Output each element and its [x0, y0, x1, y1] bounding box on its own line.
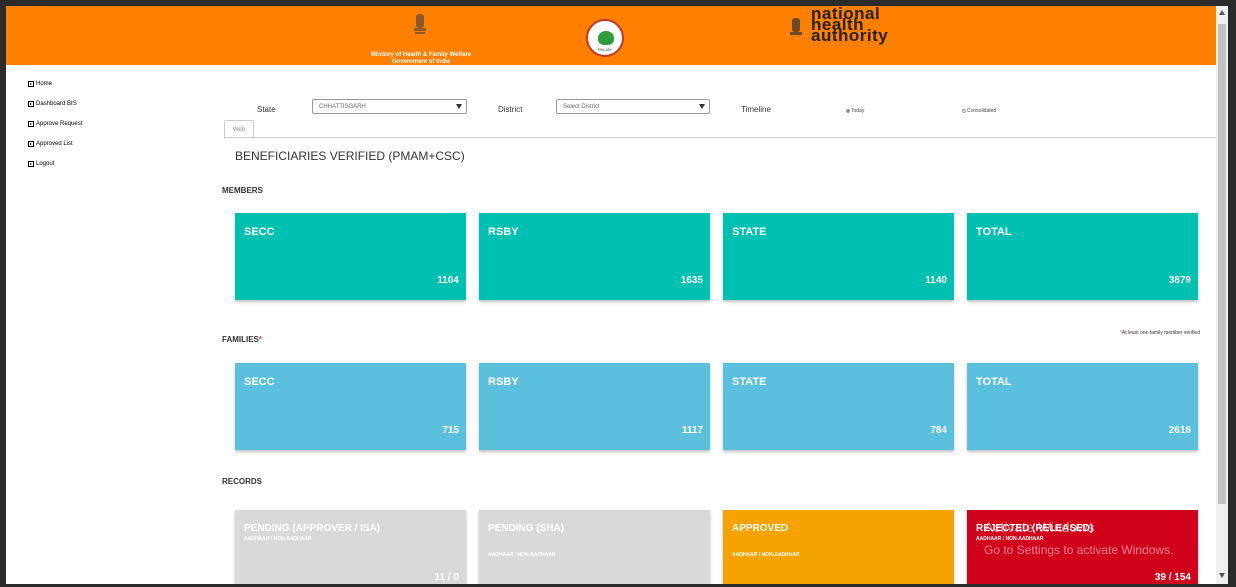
families-card-secc[interactable]: SECC 715 [235, 363, 466, 450]
members-heading: MEMBERS [222, 186, 263, 195]
sidebar-item-home[interactable]: Home [28, 80, 82, 87]
card-title: APPROVED [732, 523, 789, 534]
members-card-total[interactable]: TOTAL 3879 [967, 213, 1198, 300]
scroll-up-icon[interactable] [1219, 10, 1225, 15]
radio-consolidated[interactable]: Consolidated [962, 108, 996, 114]
card-title: SECC [244, 226, 275, 238]
sidebar-item-logout[interactable]: Logout [28, 160, 82, 167]
families-note: *At least one family member verified [1120, 330, 1200, 336]
card-title: TOTAL [976, 376, 1012, 388]
card-value: 715 [442, 425, 459, 436]
sidebar-item-approve-request[interactable]: Approve Request [28, 120, 82, 127]
card-value: 1635 [680, 275, 703, 286]
sidebar-item-label: Logout [36, 160, 55, 167]
sidebar-item-label: Approve Request [36, 120, 83, 127]
card-subtitle: AADHAAR / NON-AADHAAR [488, 552, 556, 558]
nha-emblem-icon [790, 18, 802, 35]
sidebar-item-label: Home [36, 80, 53, 87]
district-select-placeholder: Select District [563, 104, 600, 110]
card-title: RSBY [488, 376, 519, 388]
vertical-scrollbar[interactable] [1216, 6, 1228, 584]
scroll-down-icon[interactable] [1219, 573, 1225, 578]
chevron-down-icon [456, 104, 462, 109]
nha-logo-text: national health authority [811, 6, 889, 45]
sidebar-nav: Home Dashboard BIS Approve Request Appro… [28, 80, 82, 180]
arrow-box-icon [28, 140, 34, 147]
card-title: TOTAL [976, 226, 1012, 238]
district-select[interactable]: Select District [556, 99, 710, 114]
families-card-rsby[interactable]: RSBY 1117 [479, 363, 710, 450]
card-value: 1140 [925, 275, 947, 286]
radio-dot-icon [846, 109, 850, 113]
required-star: * [258, 335, 263, 344]
card-title: STATE [732, 226, 767, 238]
state-label: State [257, 105, 276, 114]
card-value: 3879 [1168, 275, 1191, 286]
arrow-box-icon [28, 160, 34, 167]
sidebar-item-approved-list[interactable]: Approved List [28, 140, 82, 147]
national-emblem-icon [414, 14, 426, 34]
radio-dot-icon [962, 109, 966, 113]
families-card-total[interactable]: TOTAL 2616 [967, 363, 1198, 450]
pmjay-logo: PM-JAY [586, 19, 624, 57]
app-frame: Ministry of Health & Family Welfare Gove… [6, 6, 1216, 584]
arrow-box-icon [28, 80, 34, 87]
card-title: SECC [244, 376, 275, 388]
records-heading: RECORDS [222, 477, 263, 486]
pmjay-leaf-icon [598, 31, 614, 45]
district-label: District [498, 105, 523, 114]
card-title: RSBY [488, 226, 519, 238]
families-note-text: At least one family member verified [1121, 330, 1200, 336]
members-card-state[interactable]: STATE 1140 [723, 213, 954, 300]
ministry-line2: Government of India [391, 59, 451, 65]
radio-today[interactable]: Today [846, 108, 864, 114]
card-value: 39 / 154 [1154, 572, 1191, 583]
state-select-value: CHHATTISGARH [319, 104, 366, 110]
card-title: STATE [732, 376, 767, 388]
pmjay-label: PM-JAY [597, 47, 613, 52]
families-heading-text: FAMILIES [222, 335, 259, 344]
scroll-thumb[interactable] [1218, 24, 1226, 504]
records-card-pending-approver[interactable]: PENDING (APPROVER / ISA) AADHAAR / NON-A… [235, 510, 466, 584]
card-value: 11 / 0 [434, 572, 459, 583]
ministry-line1: Ministry of Health & Family Welfare [370, 52, 472, 58]
page-title: BENEFICIARIES VERIFIED (PMAM+CSC) [235, 149, 465, 163]
card-subtitle: AADHAAR / NON-AADHAAR [244, 536, 312, 542]
radio-today-label: Today [851, 108, 865, 114]
chevron-down-icon [699, 104, 705, 109]
activation-watermark-title: Activate Windows [984, 519, 1095, 535]
records-card-pending-sha[interactable]: PENDING (SHA) AADHAAR / NON-AADHAAR [479, 510, 710, 584]
activation-watermark-text: Go to Settings to activate Windows. [984, 543, 1174, 557]
filter-bar: State CHHATTISGARH District Select Distr… [6, 99, 1216, 119]
state-select[interactable]: CHHATTISGARH [312, 99, 467, 114]
header-banner: Ministry of Health & Family Welfare Gove… [6, 6, 1216, 65]
card-subtitle: AADHAAR / NON-AADHAAR [732, 552, 800, 558]
card-value: 1104 [437, 275, 459, 286]
card-value: 2616 [1168, 425, 1191, 436]
card-value: 784 [930, 425, 947, 436]
arrow-box-icon [28, 120, 34, 127]
timeline-label: Timeline [741, 105, 771, 114]
card-value: 1117 [681, 425, 703, 436]
records-card-approved[interactable]: APPROVED AADHAAR / NON-AADHAAR [723, 510, 954, 584]
card-title: PENDING (APPROVER / ISA) [244, 523, 381, 534]
ministry-text: Ministry of Health & Family Welfare Gove… [361, 52, 481, 66]
card-subtitle: AADHAAR / NON-AADHAAR [976, 536, 1044, 542]
sidebar-item-label: Approved List [36, 140, 73, 147]
families-card-state[interactable]: STATE 784 [723, 363, 954, 450]
nha-line3: authority [811, 26, 889, 45]
members-card-secc[interactable]: SECC 1104 [235, 213, 466, 300]
card-title: PENDING (SHA) [488, 523, 565, 534]
members-card-rsby[interactable]: RSBY 1635 [479, 213, 710, 300]
radio-consolidated-label: Consolidated [967, 108, 997, 114]
families-heading: FAMILIES* [222, 335, 262, 344]
tab-divider [224, 137, 1216, 138]
